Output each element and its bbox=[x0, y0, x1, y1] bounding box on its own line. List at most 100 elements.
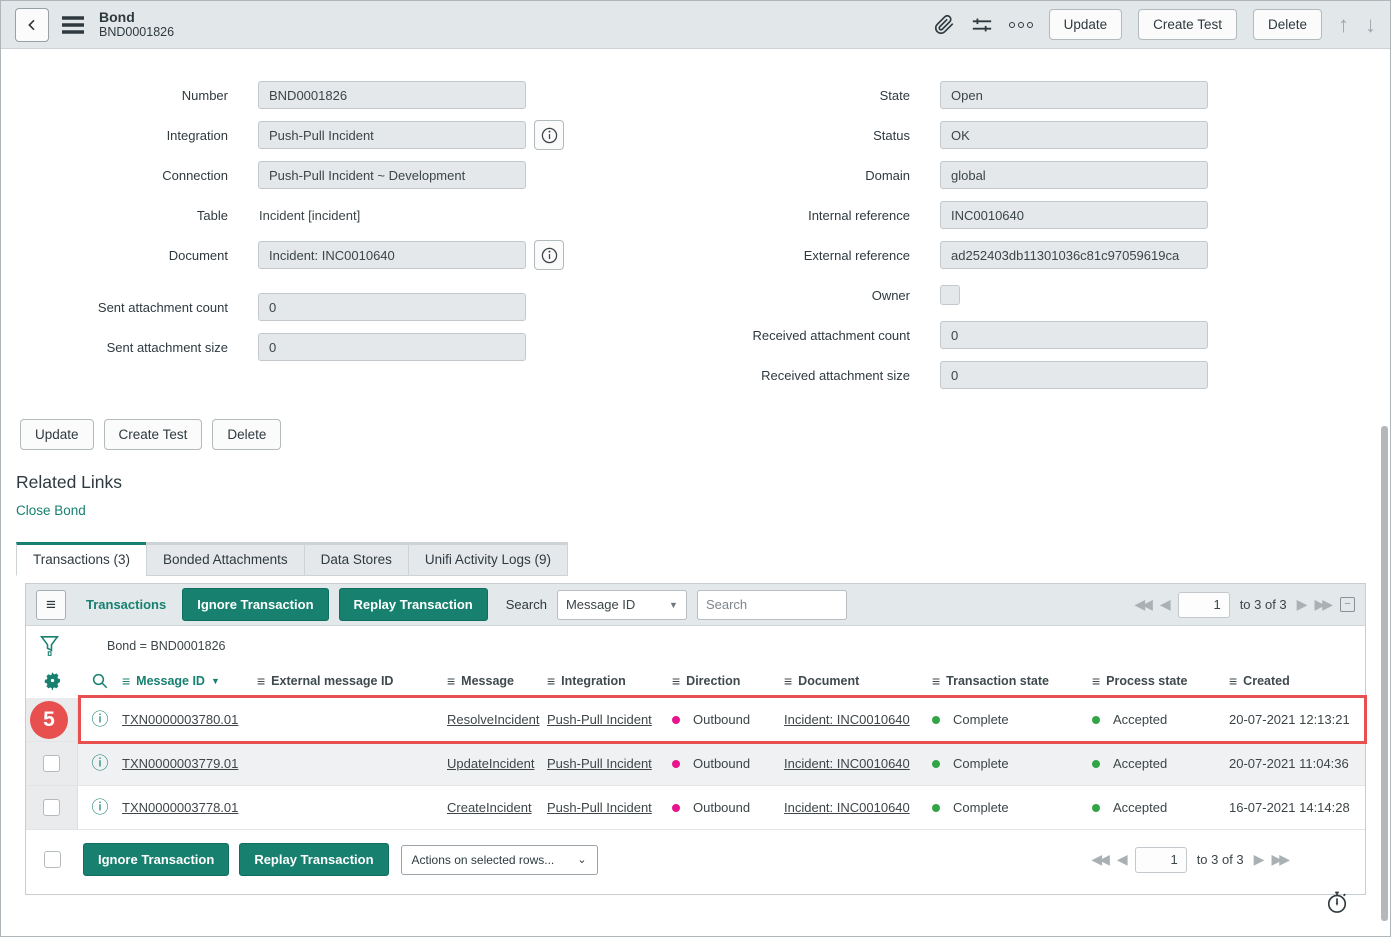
delete-button[interactable]: Delete bbox=[1253, 9, 1322, 40]
table-row: ⓘ TXN0000003778.01 CreateIncident Push-P… bbox=[26, 786, 1365, 830]
tab-unifi-activity-logs[interactable]: Unifi Activity Logs (9) bbox=[408, 542, 568, 576]
column-header-process-state[interactable]: ≡ Process state bbox=[1092, 673, 1229, 689]
list-context-menu-button[interactable]: ≡ bbox=[36, 590, 66, 620]
next-record-arrow-icon[interactable]: ↓ bbox=[1365, 14, 1376, 36]
sent-attachment-size-label: Sent attachment size bbox=[1, 340, 242, 355]
message-id-link[interactable]: TXN0000003779.01 bbox=[122, 756, 238, 771]
collapse-list-icon[interactable]: − bbox=[1340, 597, 1355, 612]
footer-ignore-transaction-button[interactable]: Ignore Transaction bbox=[83, 843, 229, 876]
last-page-icon[interactable]: ▶▶ bbox=[1271, 851, 1287, 868]
state-field[interactable]: Open bbox=[940, 81, 1208, 109]
tab-bonded-attachments[interactable]: Bonded Attachments bbox=[146, 542, 305, 576]
external-reference-field[interactable]: ad252403db11301036c81c97059619ca bbox=[940, 241, 1208, 269]
document-link[interactable]: Incident: INC0010640 bbox=[784, 800, 910, 815]
integration-link[interactable]: Push-Pull Incident bbox=[547, 712, 652, 727]
connection-field[interactable]: Push-Pull Incident ~ Development bbox=[258, 161, 526, 189]
integration-field[interactable]: Push-Pull Incident bbox=[258, 121, 526, 149]
internal-reference-field[interactable]: INC0010640 bbox=[940, 201, 1208, 229]
previous-page-icon[interactable]: ◀ bbox=[1117, 851, 1125, 868]
document-info-button[interactable] bbox=[534, 240, 564, 270]
row-info-icon[interactable]: ⓘ bbox=[92, 755, 109, 772]
column-menu-icon[interactable]: ≡ bbox=[547, 673, 555, 689]
first-page-icon[interactable]: ◀◀ bbox=[1134, 596, 1150, 613]
transaction-state-cell: Complete bbox=[953, 712, 1009, 727]
received-attachment-count-field[interactable]: 0 bbox=[940, 321, 1208, 349]
previous-record-arrow-icon[interactable]: ↑ bbox=[1338, 14, 1349, 36]
column-header-direction[interactable]: ≡ Direction bbox=[672, 673, 784, 689]
column-header-integration[interactable]: ≡ Integration bbox=[547, 673, 672, 689]
more-options-icon[interactable] bbox=[1009, 22, 1033, 28]
search-input[interactable] bbox=[697, 590, 847, 620]
column-header-external-message-id[interactable]: ≡ External message ID bbox=[257, 673, 447, 689]
row-checkbox[interactable] bbox=[43, 755, 60, 772]
vertical-scrollbar[interactable] bbox=[1381, 426, 1388, 921]
funnel-icon[interactable] bbox=[40, 635, 59, 656]
form-update-button[interactable]: Update bbox=[20, 419, 94, 450]
list-footer: Ignore Transaction Replay Transaction Ac… bbox=[26, 830, 1365, 894]
back-button[interactable] bbox=[15, 8, 49, 42]
list-search-icon[interactable] bbox=[78, 672, 122, 690]
row-info-icon[interactable]: ⓘ bbox=[92, 799, 109, 816]
column-menu-icon[interactable]: ≡ bbox=[784, 673, 792, 689]
actions-on-selected-rows-select[interactable]: Actions on selected rows... ⌄ bbox=[401, 845, 598, 875]
message-link[interactable]: ResolveIncident bbox=[447, 712, 540, 727]
column-header-document[interactable]: ≡ Document bbox=[784, 673, 932, 689]
list-settings-gear-icon[interactable] bbox=[26, 671, 78, 690]
page-number-input[interactable] bbox=[1135, 847, 1187, 873]
context-menu-icon[interactable] bbox=[61, 15, 85, 35]
column-header-created[interactable]: ≡ Created bbox=[1229, 673, 1365, 689]
previous-page-icon[interactable]: ◀ bbox=[1160, 596, 1168, 613]
record-header: Bond BND0001826 Update Create Test Delet… bbox=[1, 1, 1390, 49]
owner-field[interactable] bbox=[940, 285, 960, 305]
sent-attachment-size-field[interactable]: 0 bbox=[258, 333, 526, 361]
column-menu-icon[interactable]: ≡ bbox=[1229, 673, 1237, 689]
column-header-message[interactable]: ≡ Message bbox=[447, 673, 547, 689]
search-column-select[interactable]: Message ID ▼ bbox=[557, 590, 687, 620]
row-checkbox[interactable] bbox=[43, 799, 60, 816]
column-menu-icon[interactable]: ≡ bbox=[122, 673, 130, 689]
response-time-stopwatch-icon[interactable] bbox=[1326, 890, 1348, 914]
tab-data-stores[interactable]: Data Stores bbox=[304, 542, 409, 576]
replay-transaction-button[interactable]: Replay Transaction bbox=[339, 588, 488, 621]
sent-attachment-count-field[interactable]: 0 bbox=[258, 293, 526, 321]
next-page-icon[interactable]: ▶ bbox=[1297, 596, 1305, 613]
first-page-icon[interactable]: ◀◀ bbox=[1091, 851, 1107, 868]
status-field[interactable]: OK bbox=[940, 121, 1208, 149]
row-info-icon[interactable]: ⓘ bbox=[92, 711, 109, 728]
message-id-link[interactable]: TXN0000003780.01 bbox=[122, 712, 238, 727]
attachment-paperclip-icon[interactable] bbox=[934, 14, 955, 35]
form-delete-button[interactable]: Delete bbox=[212, 419, 281, 450]
ignore-transaction-button[interactable]: Ignore Transaction bbox=[182, 588, 328, 621]
page-number-input[interactable] bbox=[1178, 592, 1230, 618]
select-all-checkbox[interactable] bbox=[44, 851, 61, 868]
message-link[interactable]: CreateIncident bbox=[447, 800, 532, 815]
document-link[interactable]: Incident: INC0010640 bbox=[784, 756, 910, 771]
create-test-button[interactable]: Create Test bbox=[1138, 9, 1237, 40]
document-field[interactable]: Incident: INC0010640 bbox=[258, 241, 526, 269]
message-id-link[interactable]: TXN0000003778.01 bbox=[122, 800, 238, 815]
filter-breadcrumb[interactable]: Bond = BND0001826 bbox=[107, 639, 226, 653]
next-page-icon[interactable]: ▶ bbox=[1254, 851, 1262, 868]
domain-field[interactable]: global bbox=[940, 161, 1208, 189]
number-field[interactable]: BND0001826 bbox=[258, 81, 526, 109]
footer-replay-transaction-button[interactable]: Replay Transaction bbox=[239, 843, 388, 876]
last-page-icon[interactable]: ▶▶ bbox=[1314, 596, 1330, 613]
column-header-message-id[interactable]: ≡ Message ID ▼ bbox=[122, 673, 257, 689]
update-button[interactable]: Update bbox=[1049, 9, 1123, 40]
column-menu-icon[interactable]: ≡ bbox=[447, 673, 455, 689]
message-link[interactable]: UpdateIncident bbox=[447, 756, 534, 771]
document-link[interactable]: Incident: INC0010640 bbox=[784, 712, 910, 727]
column-header-transaction-state[interactable]: ≡ Transaction state bbox=[932, 673, 1092, 689]
integration-info-button[interactable] bbox=[534, 120, 564, 150]
integration-link[interactable]: Push-Pull Incident bbox=[547, 756, 652, 771]
integration-link[interactable]: Push-Pull Incident bbox=[547, 800, 652, 815]
form-create-test-button[interactable]: Create Test bbox=[104, 419, 203, 450]
column-menu-icon[interactable]: ≡ bbox=[672, 673, 680, 689]
close-bond-link[interactable]: Close Bond bbox=[16, 503, 86, 518]
column-menu-icon[interactable]: ≡ bbox=[1092, 673, 1100, 689]
personalize-form-icon[interactable] bbox=[971, 14, 993, 36]
column-menu-icon[interactable]: ≡ bbox=[932, 673, 940, 689]
column-menu-icon[interactable]: ≡ bbox=[257, 673, 265, 689]
received-attachment-size-field[interactable]: 0 bbox=[940, 361, 1208, 389]
tab-transactions[interactable]: Transactions (3) bbox=[16, 542, 147, 576]
